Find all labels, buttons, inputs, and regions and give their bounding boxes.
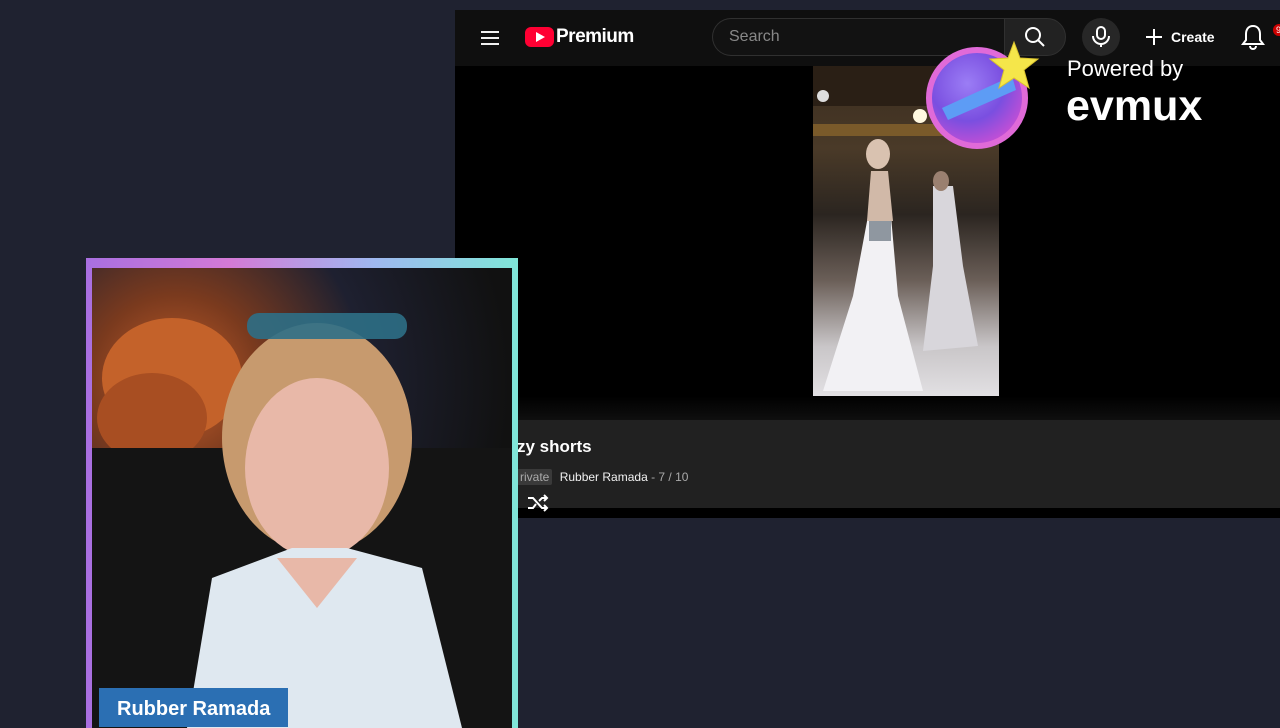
notifications-button[interactable] xyxy=(1241,24,1269,52)
youtube-logo[interactable]: Premium xyxy=(525,26,634,48)
webcam-feed: Rubber Ramada xyxy=(92,268,512,728)
player-progress-area xyxy=(455,396,1280,420)
name-tag: Rubber Ramada xyxy=(99,688,289,727)
logo-label: Premium xyxy=(556,26,634,47)
playlist-panel: zy shorts rivate Rubber Ramada - 7 / 10 xyxy=(455,420,1280,512)
star-icon xyxy=(988,40,1040,90)
shuffle-icon xyxy=(528,494,549,512)
playlist-title[interactable]: zy shorts xyxy=(517,437,592,457)
evmux-watermark: Powered by evmux xyxy=(920,36,1240,156)
bell-icon xyxy=(1241,24,1265,50)
youtube-logo-icon xyxy=(525,27,554,47)
menu-icon[interactable] xyxy=(481,31,499,45)
playlist-position: - 7 / 10 xyxy=(651,470,689,484)
shuffle-button[interactable] xyxy=(527,494,549,517)
powered-by-label: Powered by xyxy=(1067,56,1184,81)
visibility-badge: rivate xyxy=(517,469,553,485)
playlist-owner[interactable]: Rubber Ramada xyxy=(560,470,648,484)
webcam-panel: Rubber Ramada xyxy=(86,258,518,728)
notification-badge: 9+ xyxy=(1273,24,1280,36)
playlist-meta: rivate Rubber Ramada - 7 / 10 xyxy=(517,469,689,485)
evmux-brand: evmux xyxy=(1066,82,1203,130)
webcam-image xyxy=(92,313,512,728)
